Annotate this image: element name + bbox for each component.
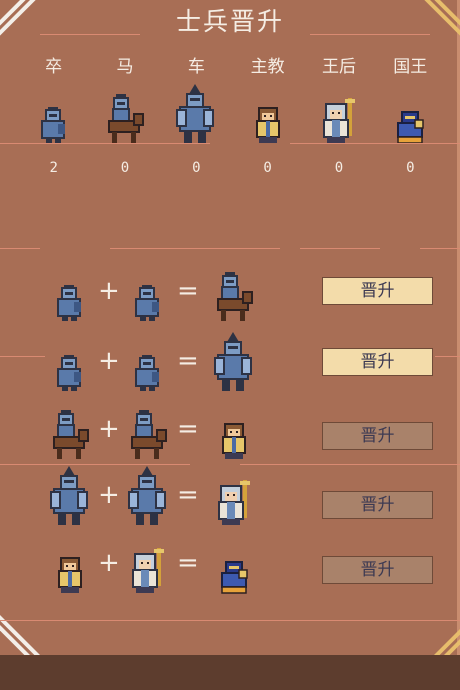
pawn-icon (126, 332, 170, 392)
plus-sign: + (98, 276, 120, 306)
bishop-icon (212, 400, 256, 460)
pawn-icon (126, 262, 170, 322)
pawn-icon (18, 80, 89, 144)
recipe-row: + = 晋升 (0, 534, 460, 594)
count-knight: 0 (120, 160, 130, 176)
header-knight: 马 (116, 57, 134, 77)
piece-icons (18, 80, 446, 144)
queen-icon (303, 80, 374, 144)
bottom-bar (0, 655, 460, 690)
recipe-row: + = 晋升 (0, 400, 460, 460)
queen-icon (126, 534, 170, 594)
queen-icon (212, 466, 256, 526)
count-rook: 0 (192, 160, 201, 176)
divider (0, 620, 460, 621)
plus-sign: + (98, 480, 120, 510)
promote-button[interactable]: 晋升 (322, 556, 433, 584)
header-king: 国王 (393, 57, 428, 77)
equals-sign: = (177, 414, 199, 444)
count-pawn: 2 (49, 160, 58, 176)
divider (310, 34, 430, 35)
bishop-icon (232, 80, 303, 144)
count-bishop: 0 (263, 160, 272, 176)
corner-ornament-bottom-right (416, 611, 460, 655)
king-icon (212, 534, 256, 594)
header-queen: 王后 (321, 57, 356, 77)
header-bishop: 主教 (250, 57, 285, 77)
piece-counts: 2 0 0 0 0 0 (18, 160, 446, 176)
rook-icon (161, 80, 232, 144)
promote-button[interactable]: 晋升 (322, 422, 433, 450)
header-rook: 车 (187, 57, 205, 77)
recipe-row: + = 晋升 (0, 466, 460, 526)
count-queen: 0 (334, 160, 344, 176)
divider (0, 248, 40, 249)
divider (300, 248, 380, 249)
divider (0, 143, 210, 144)
rook-icon (126, 466, 170, 526)
promote-button[interactable]: 晋升 (322, 277, 433, 305)
rook-icon (212, 332, 256, 392)
promote-button[interactable]: 晋升 (322, 348, 433, 376)
divider (240, 464, 460, 465)
rook-icon (48, 466, 92, 526)
equals-sign: = (177, 346, 199, 376)
pawn-icon (48, 262, 92, 322)
equals-sign: = (177, 276, 199, 306)
count-king: 0 (406, 160, 415, 176)
equals-sign: = (177, 548, 199, 578)
recipe-row: + = 晋升 (0, 262, 460, 322)
corner-ornament-bottom-left (0, 611, 44, 655)
pawn-icon (48, 332, 92, 392)
knight-icon (89, 80, 160, 144)
divider (40, 34, 140, 35)
equals-sign: = (177, 480, 199, 510)
piece-headers: 卒 马 车 主教 王后 国王 (18, 52, 446, 77)
promote-button[interactable]: 晋升 (322, 491, 433, 519)
plus-sign: + (98, 548, 120, 578)
knight-icon (126, 400, 170, 460)
page-title: 士兵晋升 (175, 7, 284, 36)
plus-sign: + (98, 414, 120, 444)
divider (110, 248, 280, 249)
bishop-icon (48, 534, 92, 594)
king-icon (375, 80, 446, 144)
divider (420, 248, 460, 249)
knight-icon (48, 400, 92, 460)
header-pawn: 卒 (45, 57, 63, 77)
plus-sign: + (98, 346, 120, 376)
divider (0, 464, 190, 465)
knight-icon (212, 262, 256, 322)
recipe-row: + = 晋升 (0, 332, 460, 392)
divider (290, 143, 460, 144)
